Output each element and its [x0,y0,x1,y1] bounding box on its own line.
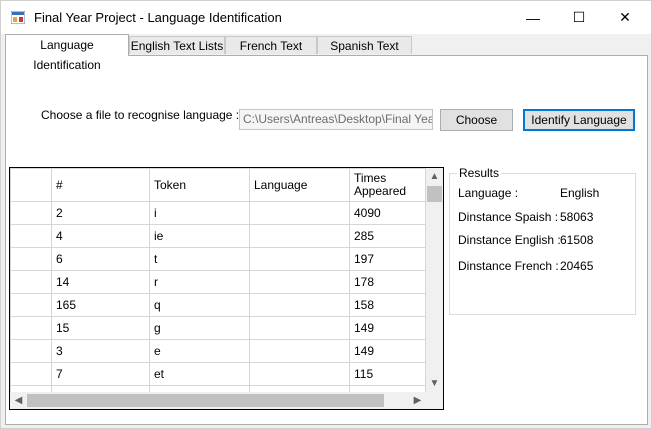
token-table: # Token Language Times Appeared 2 i 4090 4… [10,168,426,409]
distance-french-label: Dinstance French : [458,259,559,273]
cell-language[interactable] [249,201,350,225]
table-row[interactable]: 3 e 149 [10,339,426,363]
cell-times[interactable]: 149 [349,316,426,340]
cell-token[interactable]: ie [149,224,250,248]
cell-language[interactable] [249,247,350,271]
table-row[interactable]: 14 r 178 [10,270,426,294]
cell-language[interactable] [249,339,350,363]
cell-times[interactable]: 115 [349,362,426,386]
distance-english-value: 61508 [560,233,594,247]
cell-token[interactable]: i [149,201,250,225]
cell-number[interactable]: 6 [51,247,150,271]
results-title: Results [457,166,502,180]
tab-spanish-text-lists[interactable]: Spanish Text Lists [317,36,412,71]
cell-times[interactable]: 178 [349,270,426,294]
maximize-icon: ☐ [572,9,586,25]
cell-token[interactable]: g [149,316,250,340]
distance-french-value: 20465 [560,259,594,273]
vertical-scroll-thumb[interactable] [427,186,442,202]
tab-language-identification[interactable]: Language Identification [5,34,129,72]
scroll-left-icon[interactable]: ◀ [10,392,27,409]
horizontal-scroll-thumb[interactable] [27,394,384,407]
cell-language[interactable] [249,270,350,294]
cell-language[interactable] [249,316,350,340]
scroll-up-icon[interactable]: ▲ [426,168,443,185]
choose-button[interactable]: Choose [440,109,513,131]
vertical-scrollbar[interactable]: ▲ ▼ [426,168,443,392]
cell-times[interactable]: 197 [349,247,426,271]
close-icon: ✕ [619,9,631,25]
cell-number[interactable]: 3 [51,339,150,363]
window-title: Final Year Project - Language Identifica… [34,10,282,25]
identify-language-button[interactable]: Identify Language [523,109,635,131]
tab-english-text-lists[interactable]: English Text Lists [129,36,225,54]
tab-strip: Language Identification English Text Lis… [5,34,645,72]
cell-token[interactable]: e [149,339,250,363]
cell-language[interactable] [249,362,350,386]
title-bar: Final Year Project - Language Identifica… [1,1,651,34]
cell-number[interactable]: 15 [51,316,150,340]
row-header-corner [10,168,52,202]
column-header-language[interactable]: Language [249,168,350,202]
cell-number[interactable]: 14 [51,270,150,294]
cell-token[interactable]: q [149,293,250,317]
cell-times[interactable]: 285 [349,224,426,248]
cell-number[interactable]: 2 [51,201,150,225]
column-header-token[interactable]: Token [149,168,250,202]
table-row[interactable]: 6 t 197 [10,247,426,271]
app-icon [11,11,25,24]
maximize-button[interactable]: ☐ [556,1,602,34]
table-row[interactable]: 4 ie 285 [10,224,426,248]
file-path-field[interactable]: C:\Users\Antreas\Desktop\Final Year F [239,109,433,130]
cell-language[interactable] [249,224,350,248]
token-data-grid: # Token Language Times Appeared 2 i 4090 4… [9,167,444,410]
table-row[interactable]: 165 q 158 [10,293,426,317]
horizontal-scrollbar[interactable]: ◀ ▶ [10,392,443,409]
language-label: Language : [458,186,519,200]
minimize-button[interactable]: — [510,1,556,34]
cell-token[interactable]: et [149,362,250,386]
close-button[interactable]: ✕ [602,1,648,34]
table-header-row: # Token Language Times Appeared [10,168,426,202]
cell-times[interactable]: 158 [349,293,426,317]
cell-number[interactable]: 7 [51,362,150,386]
minimize-icon: — [526,9,540,26]
cell-language[interactable] [249,293,350,317]
scroll-right-icon[interactable]: ▶ [409,392,426,409]
table-row[interactable]: 2 i 4090 [10,201,426,225]
cell-token[interactable]: t [149,247,250,271]
distance-spanish-value: 58063 [560,210,594,224]
distance-english-label: Dinstance English : [458,233,561,247]
column-header-times-appeared[interactable]: Times Appeared [349,168,426,202]
cell-number[interactable]: 4 [51,224,150,248]
tab-french-text-lists[interactable]: French Text Lists [225,36,317,71]
cell-number[interactable]: 165 [51,293,150,317]
distance-spanish-label: Dinstance Spaish : [458,210,559,224]
scroll-down-icon[interactable]: ▼ [426,375,443,392]
language-value: English [560,186,600,200]
cell-token[interactable]: r [149,270,250,294]
cell-times[interactable]: 4090 [349,201,426,225]
app-window: Final Year Project - Language Identifica… [0,0,652,429]
table-row[interactable]: 7 et 115 [10,362,426,386]
column-header-number[interactable]: # [51,168,150,202]
table-row[interactable]: 15 g 149 [10,316,426,340]
language-identification-page: Choose a file to recognise language : C:… [5,55,648,425]
cell-times[interactable]: 149 [349,339,426,363]
choose-file-label: Choose a file to recognise language : [41,108,240,122]
